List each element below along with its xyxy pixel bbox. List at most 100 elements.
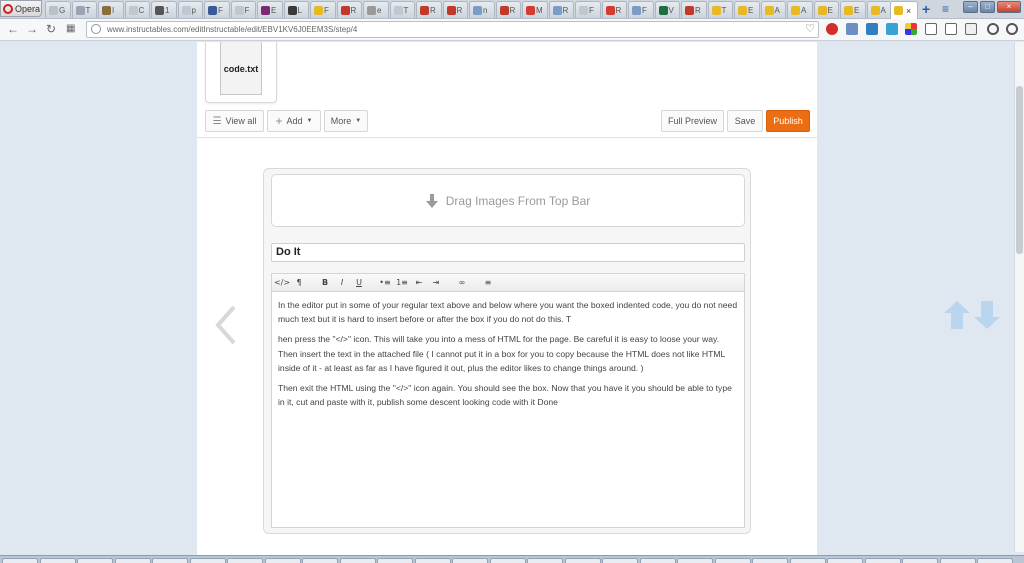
browser-tab[interactable]: V [654, 1, 680, 18]
browser-tab[interactable]: T [71, 1, 97, 18]
close-window-button[interactable]: × [997, 1, 1021, 13]
browser-tab[interactable]: A [787, 1, 813, 18]
browser-tab[interactable]: A [760, 1, 786, 18]
taskbar-item[interactable] [752, 558, 788, 563]
taskbar-item[interactable] [377, 558, 413, 563]
image-drop-zone[interactable]: Drag Images From Top Bar [271, 174, 745, 227]
taskbar-item[interactable] [714, 558, 751, 563]
view-all-button[interactable]: ☰ View all [205, 110, 264, 132]
taskbar-item[interactable] [827, 558, 863, 563]
browser-tab[interactable]: e [363, 1, 389, 18]
browser-tab[interactable]: R [336, 1, 362, 18]
add-button[interactable]: + Add ▼ [267, 110, 321, 132]
step-title-input[interactable]: Do It [271, 243, 745, 262]
more-button[interactable]: More ▼ [324, 110, 368, 132]
extension-icon[interactable] [925, 23, 937, 35]
power-icon[interactable] [987, 23, 999, 35]
new-tab-button[interactable]: + [922, 1, 930, 17]
rich-text-body[interactable]: In the editor put in some of your regula… [271, 292, 745, 528]
browser-tab[interactable]: L [283, 1, 309, 18]
taskbar-item[interactable] [864, 558, 901, 563]
browser-tab[interactable]: R [442, 1, 468, 18]
reload-icon[interactable]: ↻ [46, 21, 56, 37]
back-icon[interactable]: ← [7, 21, 19, 37]
taskbar-item[interactable] [414, 558, 451, 563]
extension-icon[interactable] [886, 23, 898, 35]
browser-tab[interactable]: G [45, 1, 71, 18]
link-button[interactable]: ∞ [454, 275, 470, 290]
taskbar-item[interactable] [264, 558, 301, 563]
browser-tab[interactable]: R [416, 1, 442, 18]
taskbar-item[interactable] [302, 558, 338, 563]
browser-tab[interactable]: F [575, 1, 601, 18]
publish-button[interactable]: Publish [766, 110, 810, 132]
adblock-extension-icon[interactable] [826, 23, 838, 35]
site-info-icon[interactable] [91, 24, 101, 34]
scrollbar-thumb[interactable] [1016, 86, 1023, 254]
browser-tab[interactable]: F [628, 1, 654, 18]
html-source-button[interactable]: </> [274, 275, 290, 290]
forward-icon[interactable]: → [26, 21, 38, 37]
taskbar-item[interactable] [39, 558, 76, 563]
taskbar-item[interactable] [902, 558, 938, 563]
browser-tab[interactable]: I [98, 1, 124, 18]
numbered-list-button[interactable]: 1≡ [394, 275, 410, 290]
browser-tab[interactable]: T [389, 1, 415, 18]
browser-tab[interactable]: R [681, 1, 707, 18]
browser-tab[interactable]: F [204, 1, 230, 18]
taskbar-item[interactable] [189, 558, 226, 563]
browser-tab[interactable]: 1 [151, 1, 177, 18]
taskbar-item[interactable] [527, 558, 563, 563]
taskbar-item[interactable] [489, 558, 526, 563]
browser-tab[interactable]: F [310, 1, 336, 18]
speed-dial-icon[interactable]: ▦ [66, 21, 75, 37]
taskbar-item[interactable] [2, 558, 38, 563]
previous-step-chevron-icon[interactable] [210, 305, 246, 345]
browser-tab[interactable]: A [866, 1, 890, 18]
taskbar-item[interactable] [789, 558, 826, 563]
tab-menu-button[interactable]: ≡ [942, 1, 949, 17]
taskbar-item[interactable] [114, 558, 151, 563]
browser-tab[interactable]: p [177, 1, 203, 18]
extension-icon[interactable] [905, 23, 917, 35]
browser-tab[interactable]: E [840, 1, 866, 18]
minimize-button[interactable]: – [963, 1, 978, 13]
taskbar-item[interactable] [564, 558, 601, 563]
browser-tab[interactable]: M [522, 1, 548, 18]
save-button[interactable]: Save [727, 110, 763, 132]
browser-tab[interactable]: R [601, 1, 627, 18]
browser-tab[interactable]: C [124, 1, 150, 18]
extension-icon[interactable] [965, 23, 977, 35]
underline-button[interactable]: U [351, 275, 367, 290]
extension-icon[interactable] [866, 23, 878, 35]
browser-tab[interactable]: R [548, 1, 574, 18]
taskbar-item[interactable] [77, 558, 113, 563]
tab-close-button[interactable]: × [906, 6, 911, 16]
taskbar-item[interactable] [677, 558, 713, 563]
italic-button[interactable]: I [334, 275, 350, 290]
full-preview-button[interactable]: Full Preview [661, 110, 724, 132]
bold-button[interactable]: B [317, 275, 333, 290]
taskbar-item[interactable] [977, 558, 1013, 563]
paragraph-button[interactable]: ¶ [291, 275, 307, 290]
browser-tab[interactable]: T [707, 1, 733, 18]
browser-tab[interactable]: E [257, 1, 283, 18]
tab-active[interactable]: × [890, 1, 918, 19]
taskbar-item[interactable] [939, 558, 976, 563]
outdent-button[interactable]: ⇤ [411, 275, 427, 290]
url-field[interactable]: www.instructables.com/editInstructable/e… [86, 21, 819, 38]
indent-button[interactable]: ⇥ [428, 275, 444, 290]
bookmark-heart-icon[interactable]: ♡ [805, 22, 815, 37]
extension-icon[interactable] [945, 23, 957, 35]
extension-icon[interactable] [846, 23, 858, 35]
taskbar-item[interactable] [452, 558, 488, 563]
side-nav-arrows-icon[interactable] [942, 299, 1002, 331]
taskbar-item[interactable] [639, 558, 676, 563]
taskbar-item[interactable] [227, 558, 263, 563]
browser-tab[interactable]: R [495, 1, 521, 18]
browser-tab[interactable]: E [734, 1, 760, 18]
bullet-list-button[interactable]: •≡ [377, 275, 393, 290]
browser-tab[interactable]: E [813, 1, 839, 18]
account-icon[interactable] [1006, 23, 1018, 35]
browser-tab[interactable]: n [469, 1, 495, 18]
